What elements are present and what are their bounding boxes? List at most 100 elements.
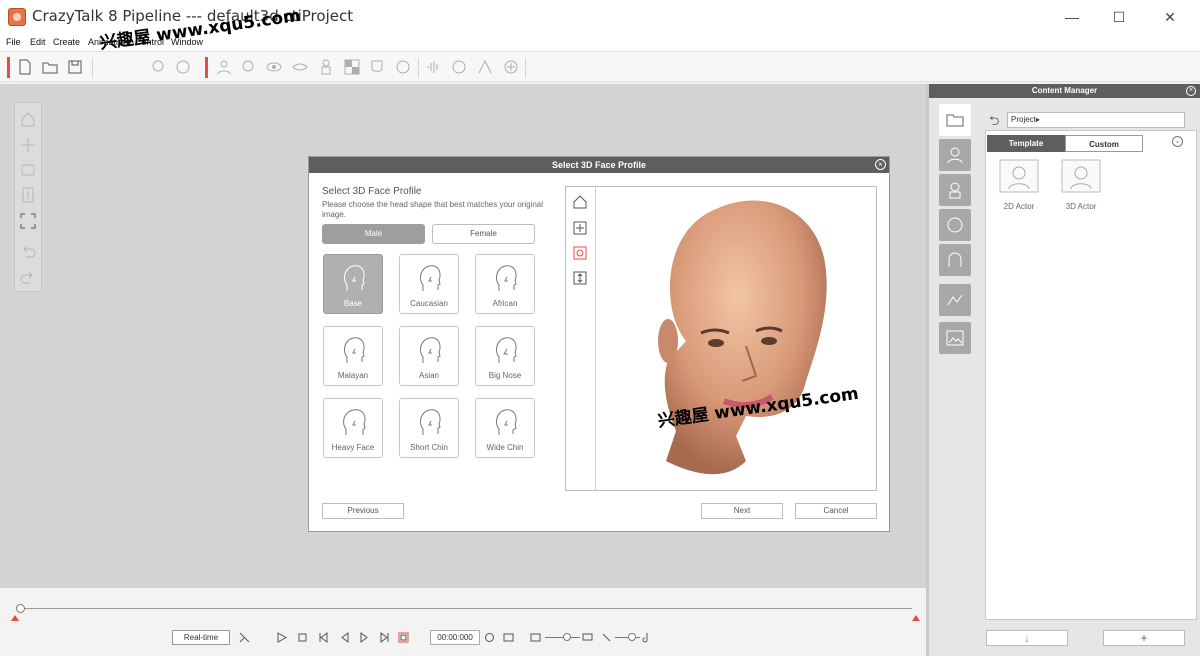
folder-actor-icon [999, 159, 1039, 193]
next-button[interactable]: Next [701, 503, 783, 519]
audio-icon[interactable] [425, 59, 441, 75]
path-breadcrumb[interactable]: Project▸ [1007, 112, 1185, 128]
female-button[interactable]: Female [432, 224, 535, 244]
zoom-icon[interactable] [20, 187, 36, 203]
content-item-3d-actor[interactable]: 3D Actor [1061, 159, 1101, 211]
shape-caucasian[interactable]: Caucasian [399, 254, 459, 314]
tab-head[interactable] [939, 209, 971, 241]
panel-close-icon[interactable]: × [1186, 86, 1196, 96]
toolbar-divider [92, 58, 93, 78]
eye-icon[interactable] [266, 59, 282, 75]
quality-slider-thumb[interactable] [563, 633, 571, 641]
save-icon[interactable] [67, 59, 83, 75]
shape-african[interactable]: African [475, 254, 535, 314]
tab-actor[interactable] [939, 139, 971, 171]
dialog-description: Please choose the head shape that best m… [322, 200, 544, 219]
shape-short-chin[interactable]: Short Chin [399, 398, 459, 458]
folder-icon [946, 114, 964, 127]
realtime-button[interactable]: Real-time [172, 630, 230, 645]
zoom-icon[interactable] [573, 271, 587, 285]
tab-costume[interactable] [939, 174, 971, 206]
body-icon[interactable] [318, 59, 334, 75]
tab-motion[interactable] [939, 284, 971, 316]
cancel-button[interactable]: Cancel [795, 503, 877, 519]
volume-slider-thumb[interactable] [628, 633, 636, 641]
checker-icon[interactable] [344, 59, 360, 75]
shape-base[interactable]: Base [323, 254, 383, 314]
export-icon[interactable] [503, 59, 519, 75]
previous-frame-icon[interactable] [339, 632, 350, 643]
timeline-track[interactable] [20, 608, 912, 609]
rotate-icon[interactable] [573, 246, 587, 260]
shape-asian[interactable]: Asian [399, 326, 459, 386]
path-label: Project [1011, 115, 1036, 124]
background-icon[interactable] [395, 59, 411, 75]
mouth-icon[interactable] [292, 59, 308, 75]
previous-button[interactable]: Previous [322, 503, 404, 519]
shape-heavy-face[interactable]: Heavy Face [323, 398, 383, 458]
open-folder-icon[interactable] [42, 59, 58, 75]
move-icon[interactable] [573, 221, 587, 235]
head-preview-panel[interactable]: 兴趣屋 www.xqu5.com [565, 186, 877, 491]
volume-icon[interactable] [601, 632, 612, 643]
last-frame-icon[interactable] [379, 632, 390, 643]
shape-wide-chin[interactable]: Wide Chin [475, 398, 535, 458]
menu-file[interactable]: File [6, 37, 21, 47]
first-frame-icon[interactable] [318, 632, 329, 643]
monitor-icon[interactable] [582, 632, 593, 643]
toolbar-divider [418, 58, 419, 78]
maximize-button[interactable]: ☐ [1094, 0, 1144, 34]
tab-background[interactable] [939, 322, 971, 354]
dialog-title: Select 3D Face Profile [309, 157, 889, 173]
home-icon[interactable] [20, 111, 36, 127]
panel-splitter[interactable] [926, 84, 929, 656]
mask-icon[interactable] [369, 59, 385, 75]
male-button[interactable]: Male [322, 224, 425, 244]
puppet-icon[interactable] [451, 59, 467, 75]
close-button[interactable]: ✕ [1145, 0, 1195, 34]
home-icon[interactable] [573, 195, 587, 209]
menu-edit[interactable]: Edit [30, 37, 46, 47]
motion-icon[interactable] [477, 59, 493, 75]
tab-project[interactable] [939, 104, 971, 136]
face-orient-icon[interactable] [175, 59, 191, 75]
actor-icon[interactable] [216, 59, 232, 75]
folder-actor-icon [1061, 159, 1101, 193]
head-outline-icon [420, 265, 441, 291]
tab-template[interactable]: Template [987, 135, 1065, 152]
face-tools-icon[interactable] [241, 59, 257, 75]
face-fit-icon[interactable] [150, 59, 166, 75]
stop-icon[interactable] [297, 632, 308, 643]
tab-custom[interactable]: Custom [1065, 135, 1143, 152]
content-item-2d-actor[interactable]: 2D Actor [999, 159, 1039, 211]
loop-icon[interactable] [398, 632, 409, 643]
time-settings-icon[interactable] [484, 632, 495, 643]
redo-icon[interactable] [20, 269, 36, 285]
end-marker[interactable] [912, 615, 920, 621]
next-frame-icon[interactable] [359, 632, 370, 643]
options-chevron-icon[interactable]: ⌄ [1172, 136, 1183, 147]
menu-create[interactable]: Create [53, 37, 80, 47]
dialog-close-icon[interactable]: × [875, 159, 886, 170]
play-icon[interactable] [276, 632, 288, 643]
shape-malayan[interactable]: Malayan [323, 326, 383, 386]
download-button[interactable]: ↓ [986, 630, 1068, 646]
subtitle-icon[interactable] [503, 632, 514, 643]
shape-label: Malayan [337, 371, 369, 380]
fit-view-icon[interactable] [20, 213, 36, 229]
quality-icon[interactable] [530, 632, 541, 643]
shape-big-nose[interactable]: Big Nose [475, 326, 535, 386]
timeline-scrubber[interactable] [16, 604, 25, 613]
minimize-button[interactable]: — [1047, 0, 1097, 34]
tab-hair[interactable] [939, 244, 971, 276]
add-button[interactable]: + [1103, 630, 1185, 646]
playback-settings-icon[interactable] [239, 632, 250, 643]
3d-head-model [658, 200, 827, 475]
costume-icon [949, 182, 961, 199]
pan-icon[interactable] [20, 137, 36, 153]
undo-icon[interactable] [20, 243, 36, 259]
timecode-field[interactable]: 00:00:000 [430, 630, 480, 645]
start-marker[interactable] [11, 615, 19, 621]
new-file-icon[interactable] [17, 59, 33, 75]
rotate-view-icon[interactable] [20, 162, 36, 178]
